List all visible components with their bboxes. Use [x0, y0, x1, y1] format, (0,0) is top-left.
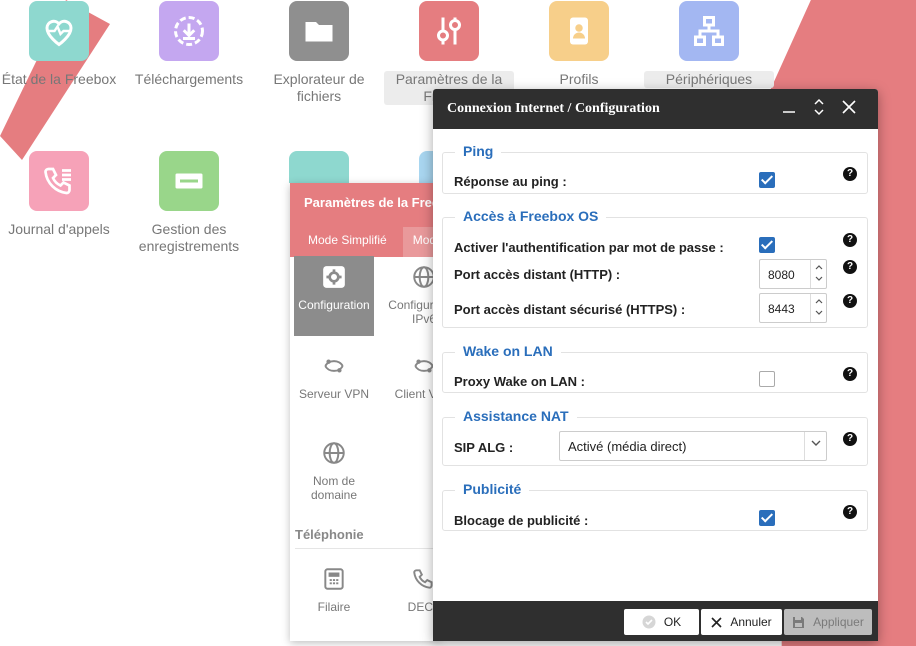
ping-reply-label: Réponse au ping :	[454, 174, 567, 189]
folder-icon	[289, 1, 349, 61]
settings-item-wired-phone[interactable]: Filaire	[294, 566, 374, 614]
app-label: Téléchargements	[134, 71, 244, 87]
section-divider	[295, 548, 435, 549]
settings-window-title: Paramètres de la Freebox	[290, 183, 440, 223]
help-icon[interactable]: ?	[843, 233, 857, 247]
phone-list-icon	[29, 151, 89, 211]
ping-reply-checkbox[interactable]	[759, 172, 775, 188]
help-icon[interactable]: ?	[843, 505, 857, 519]
chevron-down-icon[interactable]	[804, 432, 826, 460]
settings-item-configuration[interactable]: Configuration	[294, 256, 374, 336]
settings-item-label: Filaire	[317, 600, 351, 614]
cancel-button-label: Annuler	[730, 615, 772, 629]
group-legend-access: Accès à Freebox OS	[455, 208, 607, 224]
minimize-icon[interactable]	[774, 100, 804, 119]
heart-pulse-icon	[29, 1, 89, 61]
app-label: État de la Freebox	[1, 71, 117, 87]
close-icon[interactable]	[834, 99, 864, 119]
help-icon[interactable]: ?	[843, 432, 857, 446]
group-legend-wol: Wake on LAN	[455, 343, 561, 359]
app-label: Profils	[559, 71, 599, 87]
settings-item-label: Serveur VPN	[298, 387, 370, 401]
proxy-wol-checkbox[interactable]	[759, 371, 775, 387]
settings-item-vpn-client[interactable]: Client VPN	[384, 353, 440, 401]
app-file-explorer[interactable]: Explorateur de fichiers	[254, 1, 384, 105]
app-label: Gestion des enregistrements	[138, 221, 240, 254]
dialog-titlebar[interactable]: Connexion Internet / Configuration	[433, 89, 878, 129]
apply-button-label: Appliquer	[813, 615, 864, 629]
auth-checkbox[interactable]	[759, 237, 775, 253]
sip-alg-select[interactable]: Activé (média direct)	[559, 431, 827, 461]
check-circle-icon	[642, 615, 656, 629]
port-stepper[interactable]	[810, 294, 826, 322]
save-icon	[793, 616, 805, 628]
group-legend-nat: Assistance NAT	[455, 408, 577, 424]
help-icon[interactable]: ?	[843, 294, 857, 308]
dialog-footer: OK Annuler Appliquer	[433, 601, 878, 641]
ok-button-label: OK	[663, 615, 682, 629]
sip-alg-label: SIP ALG :	[454, 440, 514, 455]
sliders-icon	[419, 1, 479, 61]
app-recordings[interactable]: Gestion des enregistrements	[124, 151, 254, 255]
ok-button[interactable]: OK	[624, 609, 699, 635]
app-label: Journal d'appels	[8, 221, 110, 237]
http-port-input[interactable]: 8080	[759, 259, 827, 289]
globe-icon	[323, 442, 345, 464]
dialog-title: Connexion Internet / Configuration	[447, 101, 660, 116]
config-dialog[interactable]: Connexion Internet / Configuration Ping …	[433, 89, 878, 641]
settings-window[interactable]: Paramètres de la Freebox Mode Simplifié …	[290, 183, 440, 641]
settings-item-label: Configuration	[298, 298, 370, 312]
settings-tabs: Mode Simplifié Mode avancé	[290, 223, 440, 257]
https-port-input[interactable]: 8443	[759, 293, 827, 323]
download-icon	[159, 1, 219, 61]
settings-item-label: Nom de domaine	[310, 474, 358, 502]
settings-item-dect[interactable]: DECT	[384, 566, 440, 614]
app-tile-partial	[289, 151, 349, 183]
help-icon[interactable]: ?	[843, 260, 857, 274]
https-port-label: Port accès distant sécurisé (HTTPS) :	[454, 302, 686, 317]
group-freebox-os-access: Accès à Freebox OS Activer l'authentific…	[442, 208, 868, 328]
app-label: Explorateur de fichiers	[273, 71, 365, 104]
app-devices[interactable]: Périphériques	[644, 1, 774, 88]
group-legend-ping: Ping	[455, 143, 502, 159]
settings-item-vpn-server[interactable]: Serveur VPN	[294, 353, 374, 401]
app-downloads[interactable]: Téléchargements	[124, 1, 254, 88]
group-ping: Ping Réponse au ping : ?	[442, 143, 868, 194]
sip-alg-value: Activé (média direct)	[568, 439, 687, 454]
proxy-wol-label: Proxy Wake on LAN :	[454, 374, 585, 389]
auth-label: Activer l'authentification par mot de pa…	[454, 240, 724, 255]
group-wake-on-lan: Wake on LAN Proxy Wake on LAN : ?	[442, 343, 868, 393]
expand-icon[interactable]	[804, 98, 834, 121]
section-title-telephony: Téléphonie	[295, 527, 364, 542]
cancel-button[interactable]: Annuler	[701, 609, 782, 635]
app-freebox-status[interactable]: État de la Freebox	[0, 1, 124, 88]
app-profiles[interactable]: Profils	[514, 1, 644, 88]
network-icon	[679, 1, 739, 61]
http-port-value: 8080	[768, 268, 795, 282]
app-call-log[interactable]: Journal d'appels	[0, 151, 124, 238]
ad-block-checkbox[interactable]	[759, 510, 775, 526]
group-advertising: Publicité Blocage de publicité : ?	[442, 481, 868, 531]
help-icon[interactable]: ?	[843, 167, 857, 181]
group-legend-ads: Publicité	[455, 481, 530, 497]
desk-phone-icon	[324, 568, 344, 590]
app-label: Périphériques	[644, 71, 774, 88]
apply-button[interactable]: Appliquer	[784, 609, 872, 635]
vpn-icon	[324, 359, 344, 373]
https-port-value: 8443	[768, 302, 795, 316]
help-icon[interactable]: ?	[843, 367, 857, 381]
recorder-icon	[159, 151, 219, 211]
app-tile-partial	[419, 151, 433, 183]
profile-icon	[549, 1, 609, 61]
settings-item-domain-name[interactable]: Nom de domaine	[294, 440, 374, 502]
port-stepper[interactable]	[810, 260, 826, 288]
http-port-label: Port accès distant (HTTP) :	[454, 267, 621, 282]
gear-icon	[323, 266, 345, 288]
tab-simple-mode[interactable]: Mode Simplifié	[298, 227, 397, 257]
group-nat-assistance: Assistance NAT SIP ALG : Activé (média d…	[442, 408, 868, 466]
close-icon	[711, 616, 722, 628]
settings-item-ipv6[interactable]: Configuration IPv6	[384, 264, 440, 326]
ad-block-label: Blocage de publicité :	[454, 513, 589, 528]
